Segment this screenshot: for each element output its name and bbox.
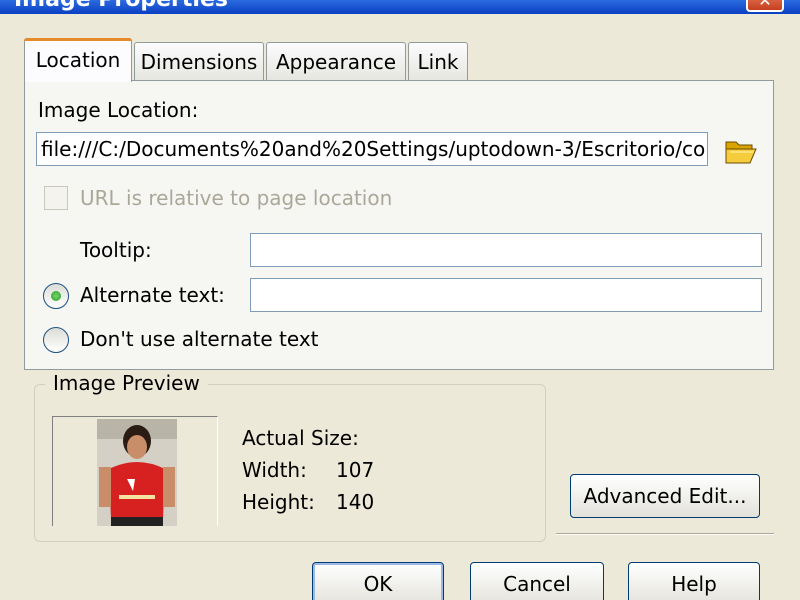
folder-open-icon[interactable] — [724, 136, 758, 166]
image-preview-thumbnail — [97, 419, 177, 526]
no-alternate-text-label: Don't use alternate text — [80, 327, 319, 351]
tab-label: Location — [35, 48, 121, 72]
advanced-edit-button[interactable]: Advanced Edit... — [570, 474, 760, 518]
close-button[interactable]: ✕ — [746, 0, 784, 12]
relative-url-checkbox[interactable] — [44, 186, 68, 210]
image-location-label: Image Location: — [38, 98, 199, 122]
tab-location[interactable]: Location — [24, 38, 132, 82]
separator-line — [556, 533, 774, 535]
cancel-label: Cancel — [503, 572, 571, 596]
tab-dimensions[interactable]: Dimensions — [134, 42, 264, 80]
tab-link[interactable]: Link — [408, 42, 468, 80]
alternate-text-input[interactable] — [250, 278, 762, 312]
height-value: 140 — [336, 490, 375, 514]
tab-appearance[interactable]: Appearance — [266, 42, 406, 80]
cancel-button[interactable]: Cancel — [470, 562, 604, 600]
width-label: Width: — [242, 458, 307, 482]
image-location-input[interactable]: file:///C:/Documents%20and%20Settings/up… — [36, 132, 708, 166]
tooltip-label: Tooltip: — [80, 238, 152, 262]
tooltip-input[interactable] — [250, 233, 762, 267]
close-icon: ✕ — [758, 0, 772, 10]
ok-button[interactable]: OK — [312, 562, 444, 600]
image-preview-legend: Image Preview — [45, 371, 208, 395]
actual-size-label: Actual Size: — [242, 426, 359, 450]
tab-label: Appearance — [275, 50, 397, 74]
tab-label: Dimensions — [140, 50, 258, 74]
help-label: Help — [671, 572, 717, 596]
advanced-edit-label: Advanced Edit... — [583, 484, 747, 508]
alternate-text-radio[interactable] — [43, 283, 69, 309]
ok-label: OK — [363, 572, 393, 596]
alternate-text-label: Alternate text: — [80, 283, 225, 307]
image-preview-frame — [52, 416, 218, 526]
radio-selected-dot — [51, 291, 61, 301]
height-label: Height: — [242, 490, 315, 514]
relative-url-label: URL is relative to page location — [80, 186, 393, 210]
title-bar[interactable]: Image Properties ✕ — [0, 0, 800, 14]
width-value: 107 — [336, 458, 375, 482]
tab-label: Link — [417, 50, 459, 74]
window-title: Image Properties — [14, 0, 228, 12]
help-button[interactable]: Help — [628, 562, 760, 600]
no-alternate-text-radio[interactable] — [43, 327, 69, 353]
